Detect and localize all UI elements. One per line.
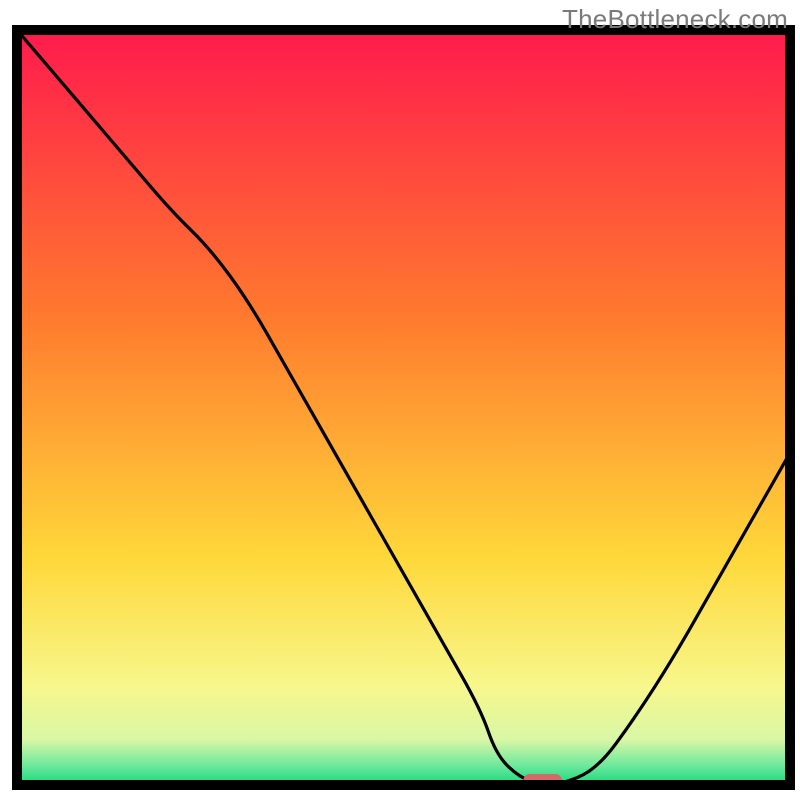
bottleneck-chart: TheBottleneck.com <box>0 0 800 800</box>
gradient-background <box>17 30 790 785</box>
watermark-label: TheBottleneck.com <box>562 4 788 35</box>
plot-area <box>17 30 790 787</box>
chart-svg <box>0 0 800 800</box>
